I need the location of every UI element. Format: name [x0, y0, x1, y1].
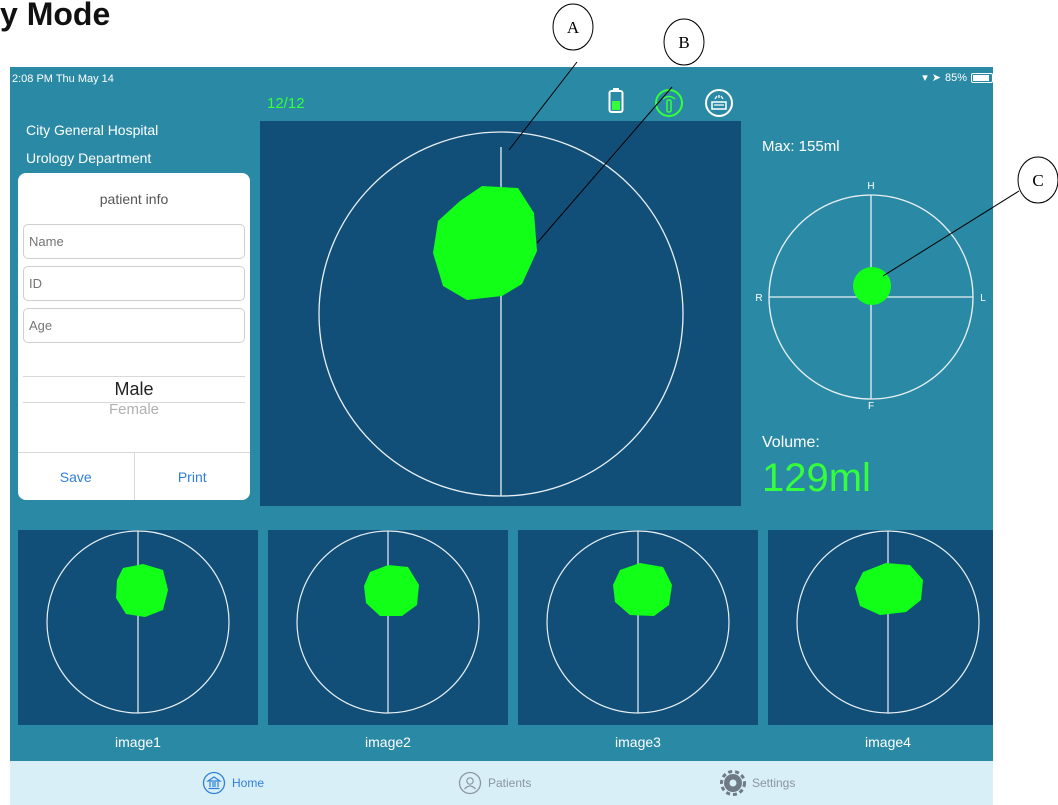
- callout-c-label: C: [1032, 171, 1043, 190]
- callout-c-line: [882, 190, 1020, 277]
- callout-a-line: [508, 61, 578, 151]
- callout-a-label: A: [567, 18, 580, 37]
- callout-layer: A B C: [508, 3, 1058, 277]
- callout-b-label: B: [678, 33, 689, 52]
- callout-b-line: [536, 86, 673, 244]
